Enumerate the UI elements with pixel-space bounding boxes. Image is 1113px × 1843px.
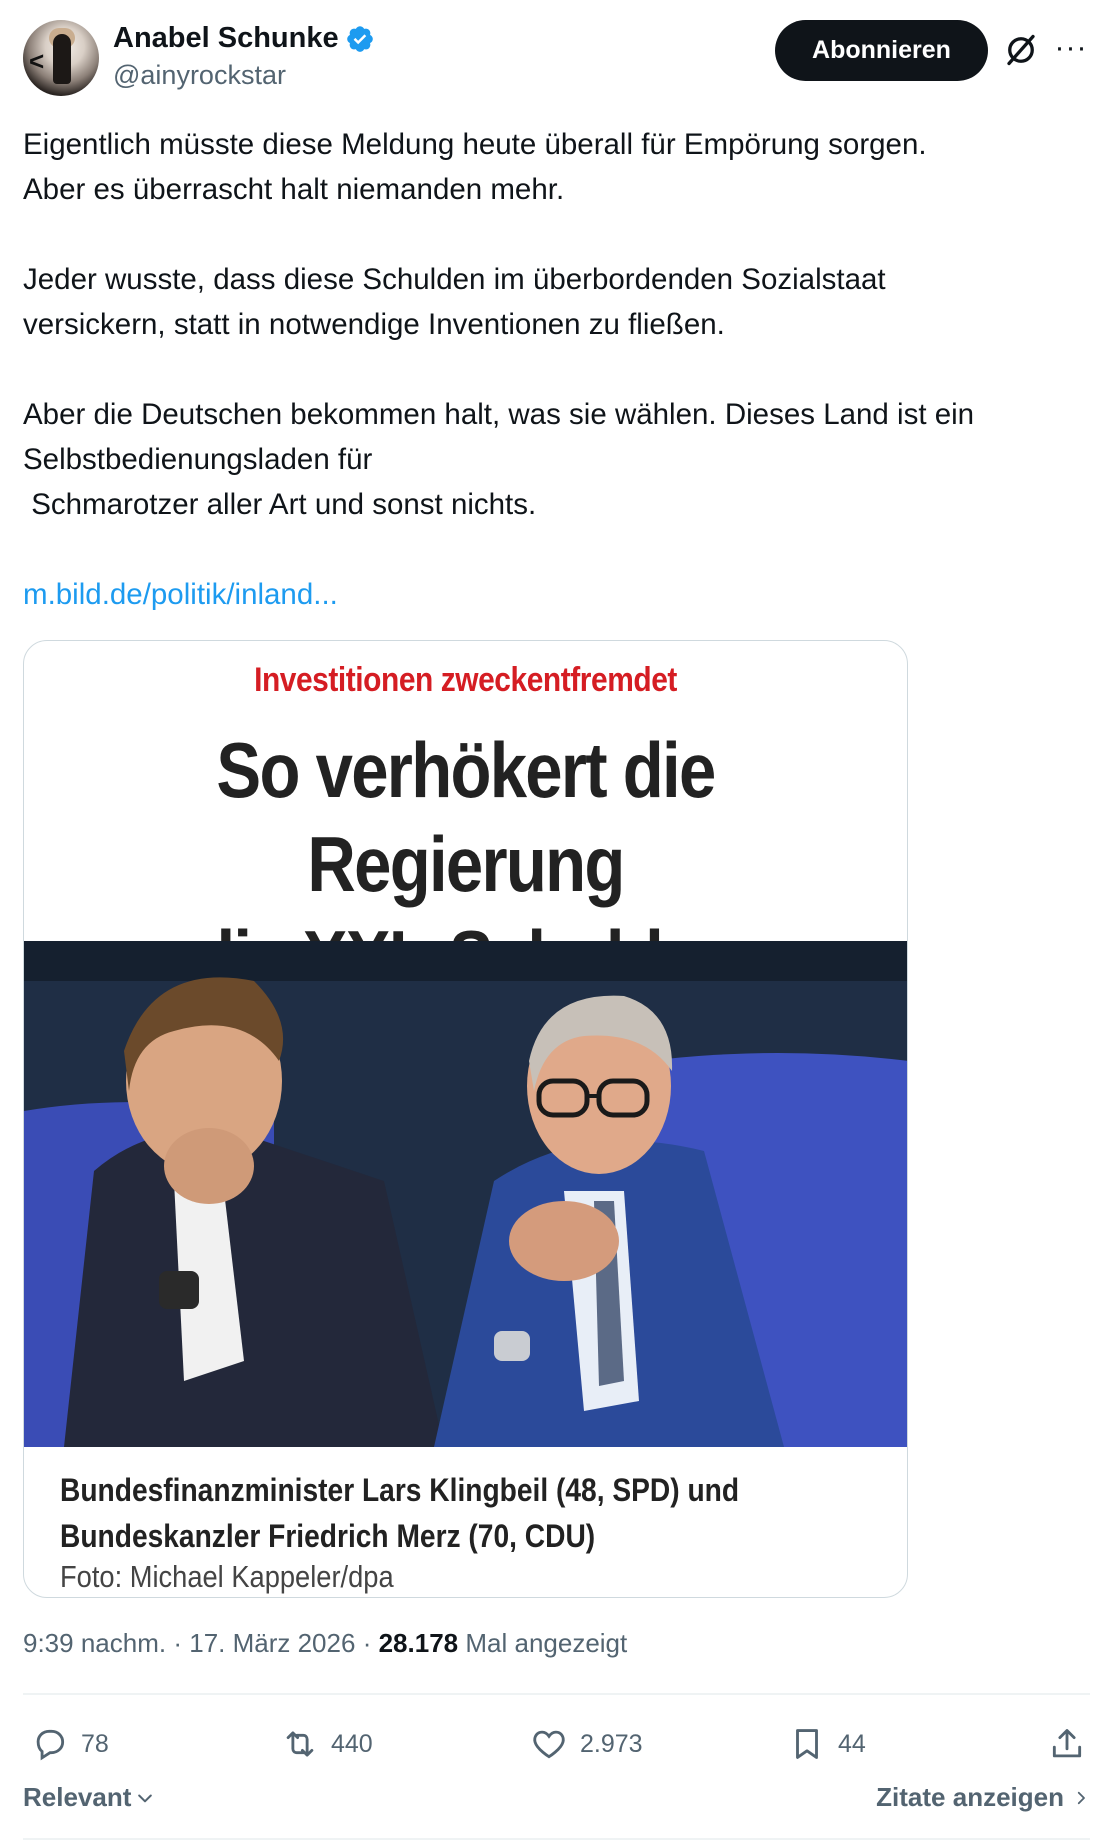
- link-card[interactable]: Investitionen zweckentfremdet So verhöke…: [23, 640, 908, 1598]
- card-kicker: Investitionen zweckentfremdet: [254, 661, 677, 699]
- card-photo: [24, 941, 907, 1447]
- replies-toolbar: Relevant Zitate anzeigen: [23, 1782, 1090, 1822]
- chevron-right-icon: [1077, 1791, 1085, 1804]
- share-icon: [1052, 1729, 1082, 1758]
- share-button[interactable]: [1048, 1718, 1086, 1770]
- sort-label: Relevant: [23, 1782, 132, 1812]
- photo-credit: Foto: Michael Kappeler/dpa: [60, 1559, 394, 1594]
- verified-badge-icon: [346, 25, 373, 52]
- views-count: 28.178: [378, 1628, 459, 1658]
- view-quotes-link[interactable]: Zitate anzeigen: [876, 1782, 1090, 1813]
- tweet-date[interactable]: 17. März 2026: [189, 1628, 355, 1658]
- card-caption: Bundesfinanzminister Lars Klingbeil (48,…: [60, 1467, 782, 1559]
- bookmark-button[interactable]: 44: [788, 1718, 866, 1770]
- avatar[interactable]: <: [23, 20, 99, 96]
- divider: [23, 1693, 1090, 1695]
- like-count: 2.973: [580, 1729, 643, 1758]
- grok-icon[interactable]: [1003, 32, 1039, 68]
- repost-icon: [286, 1731, 314, 1757]
- meta-separator: ·: [173, 1628, 182, 1658]
- article-link[interactable]: m.bild.de/politik/inland...: [23, 572, 1093, 617]
- tweet-paragraph: Aber die Deutschen bekommen halt, was si…: [23, 398, 975, 521]
- reply-icon: [36, 1729, 65, 1761]
- quotes-label: Zitate anzeigen: [876, 1782, 1064, 1812]
- photo-illustration: [24, 941, 907, 1447]
- reply-button[interactable]: 78: [31, 1718, 109, 1770]
- bookmark-icon: [796, 1729, 818, 1759]
- like-button[interactable]: 2.973: [530, 1718, 643, 1770]
- meta-separator: ·: [362, 1628, 372, 1658]
- author-handle[interactable]: @ainyrockstar: [113, 60, 286, 91]
- tweet-header: < Anabel Schunke @ainyrockstar Abonniere…: [23, 20, 1090, 96]
- bookmark-count: 44: [838, 1729, 866, 1758]
- chevron-down-icon: [138, 1794, 153, 1802]
- author-name-row: Anabel Schunke: [113, 22, 375, 55]
- author-name[interactable]: Anabel Schunke: [113, 22, 339, 55]
- action-bar: 78 440 2.973 44: [23, 1718, 1090, 1770]
- sort-dropdown[interactable]: Relevant: [23, 1782, 155, 1813]
- avatar-arrow-icon: <: [29, 46, 45, 76]
- more-icon[interactable]: ···: [1053, 30, 1089, 66]
- tweet-time[interactable]: 9:39 nachm.: [23, 1628, 166, 1658]
- tweet-text: Eigentlich müsste diese Meldung heute üb…: [23, 122, 1093, 617]
- divider: [23, 1838, 1090, 1840]
- card-headline-line: So verhökert die Regierung: [216, 726, 716, 908]
- follow-button[interactable]: Abonnieren: [775, 20, 988, 81]
- repost-button[interactable]: 440: [281, 1718, 373, 1770]
- reply-count: 78: [81, 1729, 109, 1758]
- tweet-meta: 9:39 nachm. · 17. März 2026 · 28.178 Mal…: [23, 1628, 627, 1659]
- tweet-paragraph: Jeder wusste, dass diese Schulden im übe…: [23, 263, 886, 341]
- tweet-paragraph: Eigentlich müsste diese Meldung heute üb…: [23, 128, 927, 206]
- caption-line: Bundesfinanzminister Lars Klingbeil (48,…: [60, 1472, 740, 1508]
- caption-line: Bundeskanzler Friedrich Merz (70, CDU): [60, 1518, 596, 1554]
- repost-count: 440: [331, 1729, 373, 1758]
- views-label: Mal angezeigt: [465, 1628, 628, 1658]
- heart-icon: [533, 1730, 565, 1759]
- avatar-figure: [53, 34, 71, 84]
